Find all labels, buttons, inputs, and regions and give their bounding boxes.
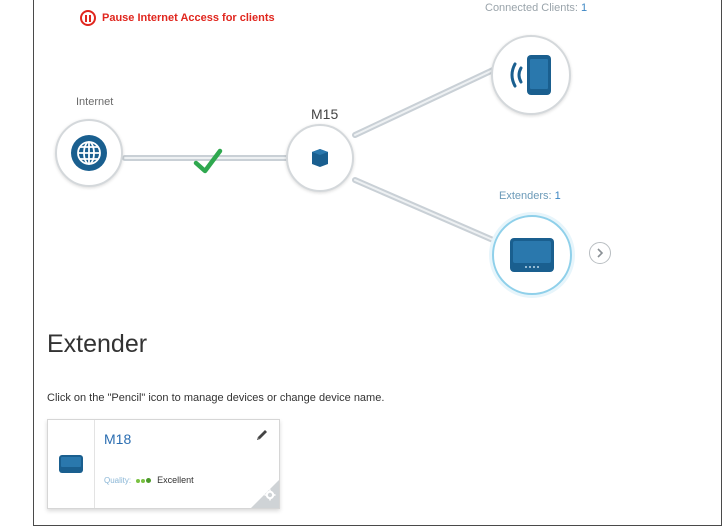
card-device-icon-area: [48, 420, 95, 508]
instruction-text: Click on the "Pencil" icon to manage dev…: [47, 392, 385, 404]
quality-value: Excellent: [157, 475, 194, 485]
router-name: M15: [311, 106, 339, 122]
mesh-router-icon: [312, 149, 328, 167]
extender-device-icon: [510, 238, 554, 272]
mobile-device-icon: [510, 55, 551, 95]
extenders-node[interactable]: [492, 215, 572, 295]
connected-clients-node[interactable]: [491, 35, 571, 115]
extender-card: M18 Quality: Excellent: [47, 419, 280, 509]
internet-node[interactable]: [55, 119, 123, 187]
next-arrow-button[interactable]: [589, 242, 611, 264]
pause-icon: [80, 10, 96, 26]
globe-icon: [71, 135, 107, 171]
extenders-label: Extenders: 1: [499, 190, 561, 202]
device-name: M18: [104, 431, 132, 447]
signal-dots-icon: [136, 476, 152, 485]
gear-icon[interactable]: [264, 488, 276, 506]
internet-label: Internet: [76, 96, 114, 108]
chevron-right-icon: [597, 248, 604, 258]
router-node[interactable]: [286, 124, 354, 192]
section-title: Extender: [47, 330, 148, 358]
pencil-icon[interactable]: [255, 428, 269, 447]
extender-device-icon: [59, 455, 83, 473]
connected-clients-label: Connected Clients: 1: [485, 2, 588, 14]
pause-internet-button[interactable]: Pause Internet Access for clients: [80, 10, 275, 26]
quality-label: Quality:: [104, 475, 132, 485]
clients-count: 1: [581, 2, 588, 14]
pause-internet-label: Pause Internet Access for clients: [102, 12, 275, 24]
quality-indicator: Quality: Excellent: [104, 475, 194, 485]
extenders-count: 1: [554, 190, 561, 202]
